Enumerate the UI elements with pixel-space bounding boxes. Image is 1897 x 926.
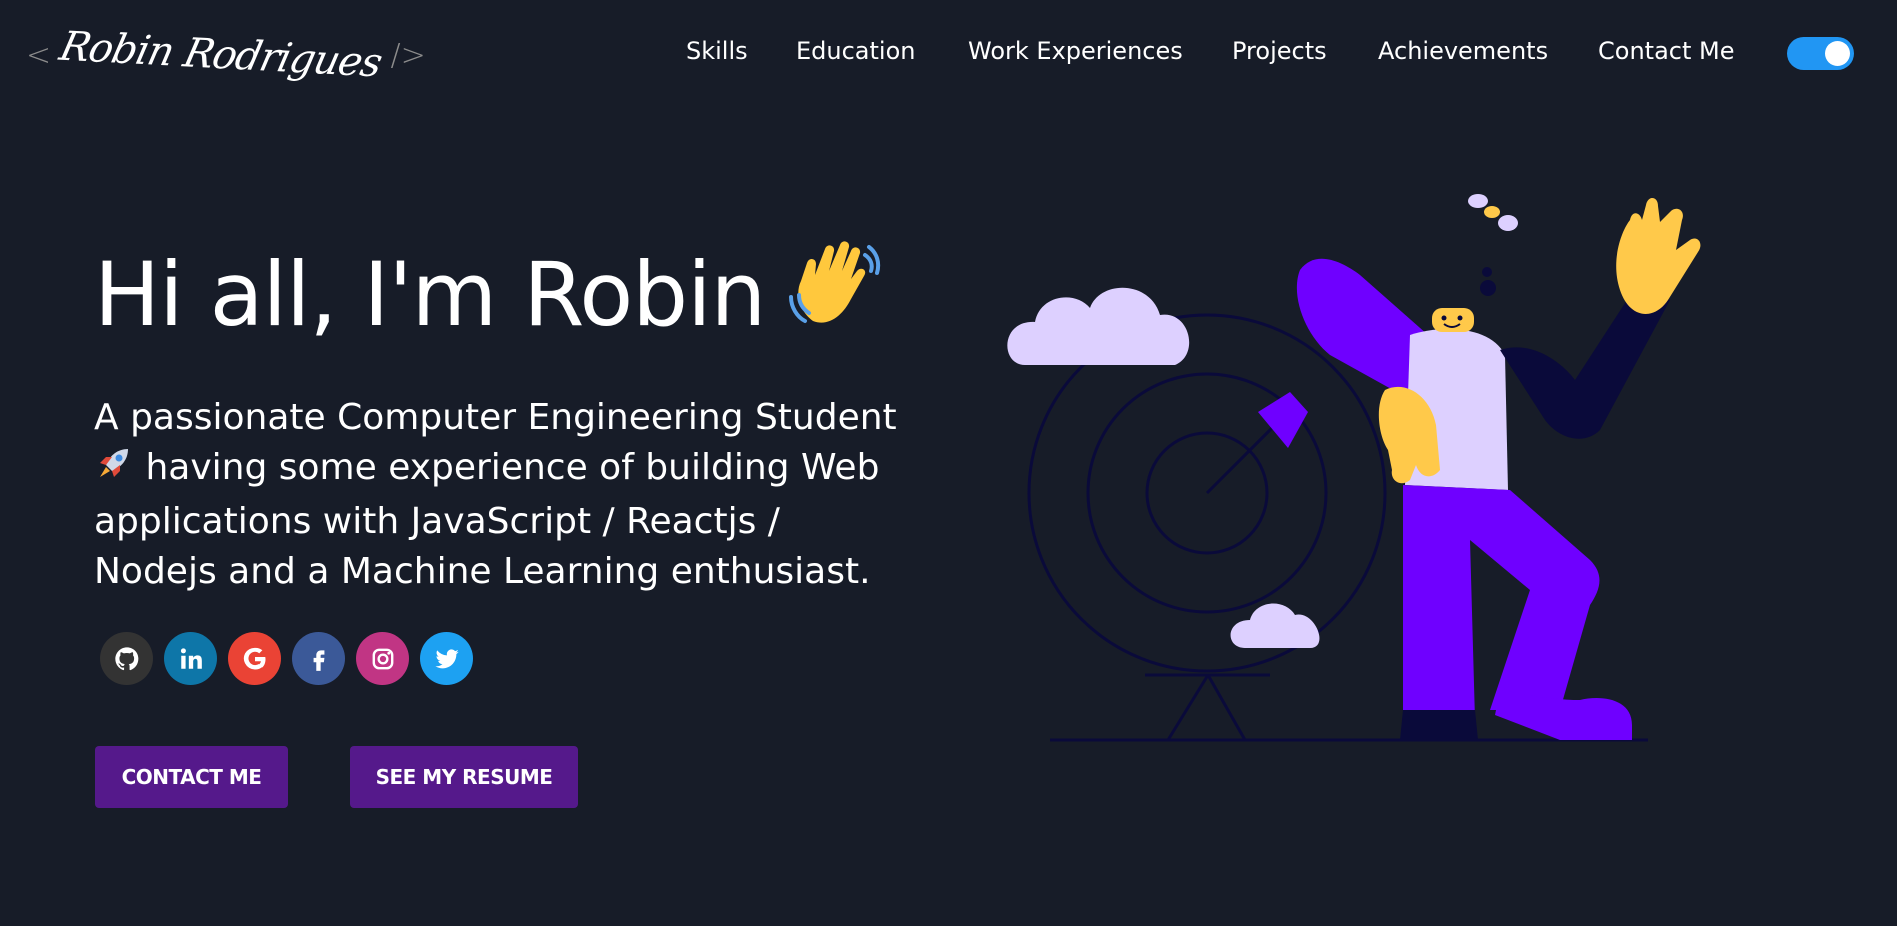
nav-education[interactable]: Education: [796, 37, 915, 65]
nav-projects[interactable]: Projects: [1232, 37, 1327, 65]
nav-skills[interactable]: Skills: [686, 37, 748, 65]
nav-contact-me[interactable]: Contact Me: [1598, 37, 1734, 65]
logo-open-bracket: <: [26, 37, 52, 73]
logo-name: Robin Rodrigues: [55, 23, 387, 87]
nav-achievements[interactable]: Achievements: [1378, 37, 1548, 65]
hero-illustration: [1000, 180, 1760, 750]
contact-me-button[interactable]: CONTACT ME: [95, 746, 288, 808]
subtitle-line-3: applications with JavaScript / Reactjs /: [94, 501, 780, 542]
hero-subtitle: A passionate Computer Engineering Studen…: [94, 393, 964, 597]
subtitle-line-2: having some experience of building Web: [145, 447, 880, 488]
logo-close-bracket: />: [390, 37, 426, 73]
linkedin-icon[interactable]: [164, 632, 217, 685]
twitter-icon[interactable]: [420, 632, 473, 685]
subtitle-line-1: A passionate Computer Engineering Studen…: [94, 397, 897, 438]
waving-hand-icon: [785, 235, 881, 356]
subtitle-line-4: Nodejs and a Machine Learning enthusiast…: [94, 551, 871, 592]
theme-toggle[interactable]: [1787, 37, 1854, 70]
target-and-person-illustration: [1007, 194, 1701, 742]
portfolio-page: < Robin Rodrigues /> Skills Education Wo…: [0, 0, 1897, 926]
greeting-text: Hi all, I'm Robin: [94, 243, 766, 346]
see-my-resume-button[interactable]: SEE MY RESUME: [350, 746, 578, 808]
google-icon[interactable]: [228, 632, 281, 685]
nav-work-experiences[interactable]: Work Experiences: [968, 37, 1183, 65]
theme-toggle-knob: [1825, 41, 1850, 66]
site-header: < Robin Rodrigues /> Skills Education Wo…: [0, 0, 1897, 104]
logo[interactable]: < Robin Rodrigues />: [26, 20, 426, 90]
instagram-icon[interactable]: [356, 632, 409, 685]
hero-greeting: Hi all, I'm Robin: [94, 235, 881, 356]
github-icon[interactable]: [100, 632, 153, 685]
rocket-icon: [94, 443, 134, 497]
social-links: [100, 632, 473, 686]
facebook-icon[interactable]: [292, 632, 345, 685]
